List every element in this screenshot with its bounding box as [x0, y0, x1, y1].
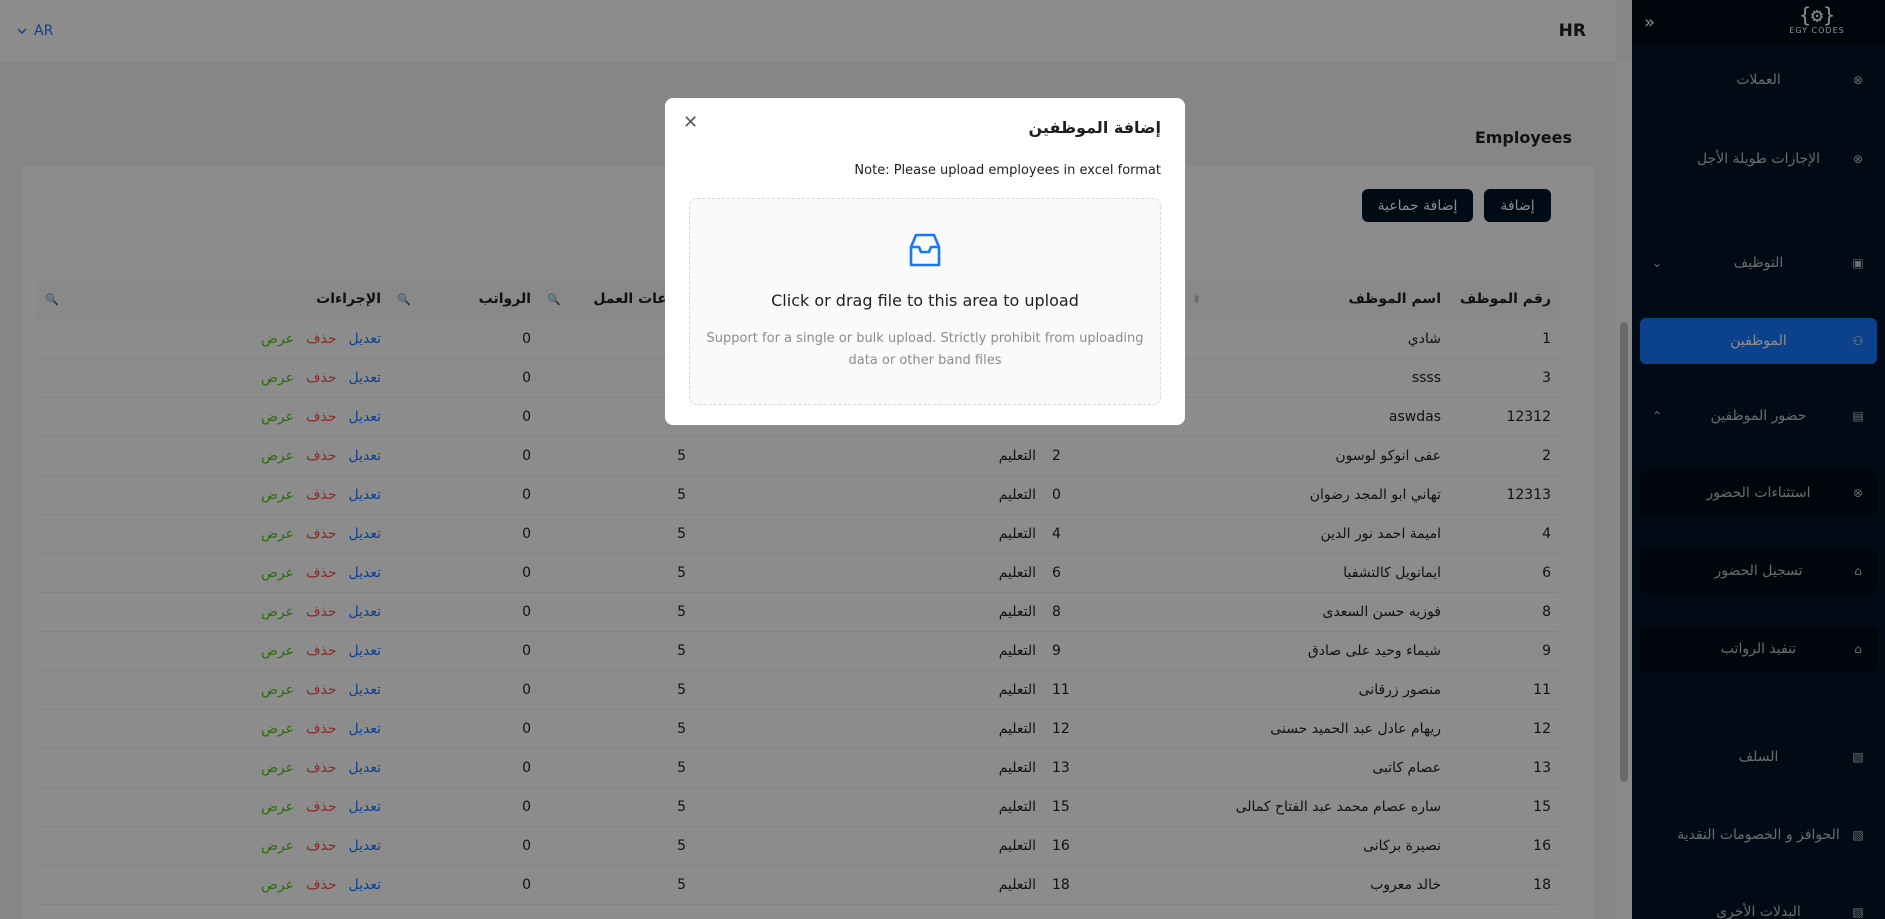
add-employees-modal: إضافة الموظفين ✕ Note: Please upload emp… — [665, 98, 1185, 425]
upload-hint: Support for a single or bulk upload. Str… — [706, 331, 1144, 368]
inbox-icon — [909, 233, 941, 267]
upload-note: Note: Please upload employees in excel f… — [854, 163, 1161, 178]
modal-title: إضافة الموظفين — [1028, 118, 1161, 137]
close-icon[interactable]: ✕ — [683, 112, 698, 133]
upload-dropzone[interactable]: Click or drag file to this area to uploa… — [689, 198, 1161, 405]
upload-text: Click or drag file to this area to uploa… — [771, 291, 1079, 310]
